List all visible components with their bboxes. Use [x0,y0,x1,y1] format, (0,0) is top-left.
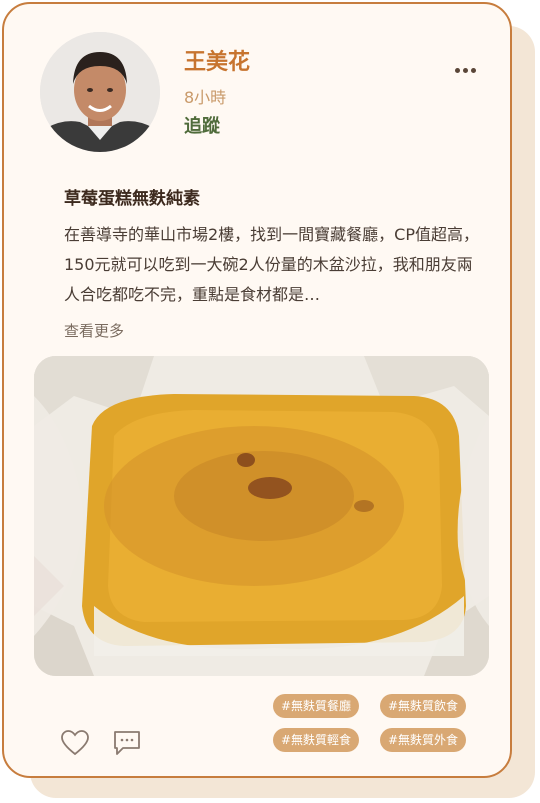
post-timestamp: 8小時 [184,88,227,107]
tag-chip[interactable]: #無麩質輕食 [273,728,360,752]
follow-button[interactable]: 追蹤 [184,112,220,138]
tag-chip[interactable]: #無麩質餐廳 [273,694,360,718]
see-more-link[interactable]: 查看更多 [64,320,124,341]
tag-chip[interactable]: #無麩質飲食 [380,694,467,718]
post-title: 草莓蛋糕無麩純素 [64,189,200,209]
comment-icon[interactable] [112,729,142,761]
avatar[interactable] [40,32,160,152]
author-name[interactable]: 王美花 [184,44,250,76]
post-card: 王美花 8小時 追蹤 草莓蛋糕無麩純素 在善導寺的華山市場2樓，找到一間寶藏餐廳… [2,2,512,778]
post-body: 在善導寺的華山市場2樓，找到一間寶藏餐廳，CP值超高，150元就可以吃到一大碗2… [64,225,480,304]
post-photo[interactable] [34,356,489,676]
heart-icon[interactable] [60,729,90,761]
more-options-icon[interactable] [452,60,478,80]
tag-chip[interactable]: #無麩質外食 [380,728,467,752]
